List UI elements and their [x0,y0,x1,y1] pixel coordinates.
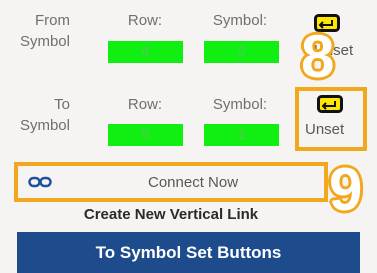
from-symbol-column-label: Symbol: [212,12,268,29]
from-row-field[interactable]: 4 [108,41,183,63]
from-row-label: Row: [127,12,163,29]
from-label-line2: Symbol [19,33,70,50]
to-symbol-label: To Symbol [14,94,70,136]
connect-now-button[interactable]: Connect Now [14,162,328,202]
to-label-line1: To [54,96,70,113]
caption-bar: To Symbol Set Buttons [17,232,360,273]
connect-now-label: Connect Now [148,174,239,191]
link-icon [28,176,52,188]
from-symbol-label: From Symbol [14,10,70,52]
to-row-field[interactable]: 5 [108,124,183,146]
from-label-line1: From [35,12,70,29]
to-unset-label: Unset [305,121,345,138]
from-symbol-field[interactable]: 2 [204,41,279,63]
link-section-title: Create New Vertical Link [83,206,259,223]
to-unset-button[interactable]: Unset [295,87,367,151]
to-symbol-column-label: Symbol: [212,96,268,113]
return-key-icon [317,95,343,113]
link-editor-panel: From Symbol Row: Symbol: 4 2 Unset 8 To … [0,0,377,273]
to-row-label: Row: [127,96,163,113]
to-symbol-field[interactable]: 1 [204,124,279,146]
to-label-line2: Symbol [19,117,70,134]
callout-9: 9 [329,156,363,223]
callout-8: 8 [301,23,335,90]
